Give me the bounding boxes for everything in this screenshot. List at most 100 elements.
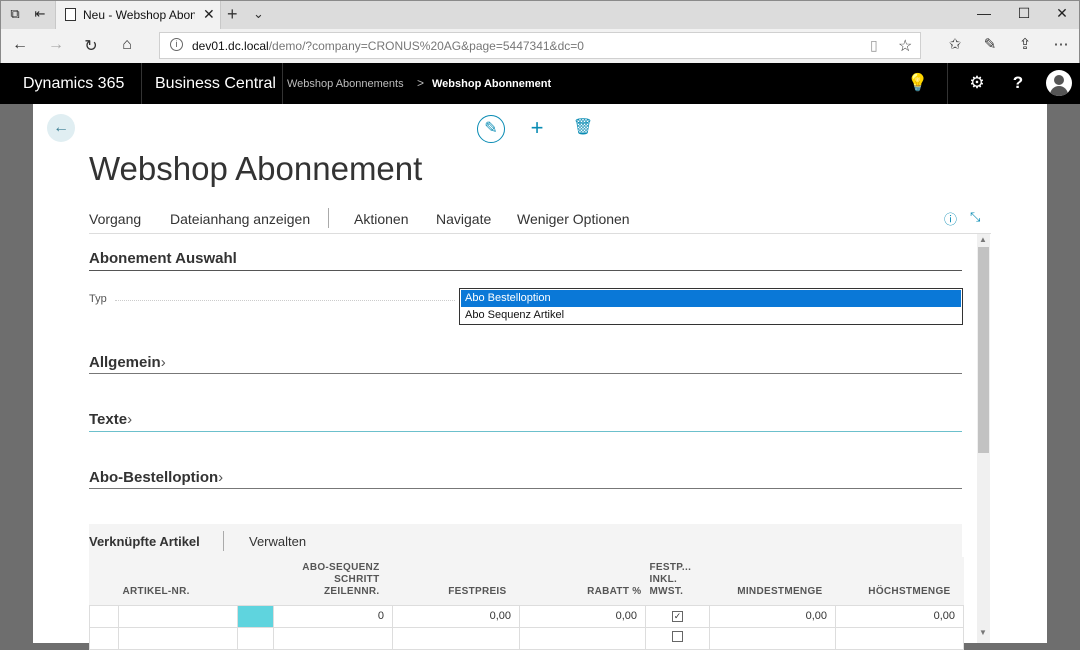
menu-aktionen[interactable]: Aktionen xyxy=(354,211,408,227)
url-text: dev01.dc.local/demo/?company=CRONUS%20AG… xyxy=(192,39,584,53)
tab-title: Neu - Webshop Abonne xyxy=(83,8,195,22)
table-row[interactable]: 0 0,00 0,00 ✓ 0,00 0,00 xyxy=(89,604,964,628)
row-marker xyxy=(237,604,274,628)
section-title: Texte xyxy=(89,411,128,428)
cell-festpreis[interactable]: 0,00 xyxy=(392,604,520,628)
set-aside-tabs-icon[interactable]: ⇤ xyxy=(32,6,48,22)
favorites-icon[interactable]: ✩ xyxy=(945,35,965,53)
lines-table: ARTIKEL-NR. ABO-SEQUENZ SCHRITT ZEILENNR… xyxy=(89,557,964,650)
section-title: Abonement Auswahl xyxy=(89,250,237,267)
col-hoechstmenge[interactable]: HÖCHSTMENGE xyxy=(835,557,964,605)
section-title: Allgemein xyxy=(89,354,161,371)
minimize-icon[interactable]: — xyxy=(969,5,999,21)
chevron-right-icon: › xyxy=(218,469,224,486)
browser-titlebar: ⧉ ⇤ Neu - Webshop Abonne ✕ + ⌄ — ☐ ✕ xyxy=(0,0,1080,30)
new-tab-icon[interactable]: + xyxy=(227,4,238,25)
add-icon[interactable]: + xyxy=(523,115,551,143)
info-circle-icon[interactable]: ⓘ xyxy=(944,209,957,228)
cell-zeilennr[interactable] xyxy=(273,626,393,650)
col-festpreis[interactable]: FESTPREIS xyxy=(392,557,520,605)
cell-rabatt[interactable] xyxy=(519,626,646,650)
edit-pencil-icon[interactable]: ✎ xyxy=(477,115,505,143)
avatar[interactable] xyxy=(1046,70,1072,96)
vertical-scrollbar[interactable]: ▲ ▼ xyxy=(977,234,990,643)
chevron-right-icon: › xyxy=(127,411,133,428)
row-marker xyxy=(237,626,274,650)
subpage-title[interactable]: Verknüpfte Artikel xyxy=(89,534,200,549)
table-header-row: ARTIKEL-NR. ABO-SEQUENZ SCHRITT ZEILENNR… xyxy=(89,557,964,605)
verwalten-button[interactable]: Verwalten xyxy=(249,534,306,549)
typ-dropdown-list[interactable]: Abo Bestelloption Abo Sequenz Artikel xyxy=(459,288,963,325)
cell-hoechstmenge[interactable] xyxy=(835,626,964,650)
close-tab-icon[interactable]: ✕ xyxy=(203,6,215,23)
browser-tab[interactable]: Neu - Webshop Abonne ✕ xyxy=(55,1,221,30)
home-icon[interactable]: ⌂ xyxy=(117,36,137,54)
favorite-star-icon[interactable]: ☆ xyxy=(898,36,912,56)
product-name[interactable]: Business Central xyxy=(155,75,276,93)
typ-label: Typ xyxy=(89,293,107,305)
checkbox-unchecked[interactable] xyxy=(672,631,683,642)
reading-view-icon[interactable]: ▯ xyxy=(870,37,878,54)
option-abo-bestelloption[interactable]: Abo Bestelloption xyxy=(461,290,961,307)
lightbulb-icon[interactable]: 💡 xyxy=(906,73,930,93)
chevron-right-icon: › xyxy=(160,354,166,371)
menu-vorgang[interactable]: Vorgang xyxy=(89,211,141,227)
col-mindestmenge[interactable]: MINDESTMENGE xyxy=(709,557,836,605)
refresh-icon[interactable]: ↻ xyxy=(81,36,101,56)
section-texte[interactable]: Texte› xyxy=(89,411,962,432)
delete-icon[interactable]: 🗑 xyxy=(569,115,597,143)
cell-inkl-mwst[interactable] xyxy=(645,626,710,650)
action-bar: Vorgang Dateianhang anzeigen Aktionen Na… xyxy=(89,203,991,234)
menu-weniger-optionen[interactable]: Weniger Optionen xyxy=(517,211,630,227)
col-festp-inkl-mwst[interactable]: FESTP... INKL. MWST. xyxy=(645,557,710,605)
menu-navigate[interactable]: Navigate xyxy=(436,211,491,227)
brand-name[interactable]: Dynamics 365 xyxy=(23,75,124,93)
cell-zeilennr[interactable]: 0 xyxy=(273,604,393,628)
breadcrumb-parent[interactable]: Webshop Abonnements xyxy=(287,78,404,90)
menu-dateianhang[interactable]: Dateianhang anzeigen xyxy=(170,211,310,227)
scroll-down-icon[interactable]: ▼ xyxy=(979,628,987,637)
share-icon[interactable]: ⇪ xyxy=(1015,35,1035,53)
app-header: Dynamics 365 Business Central Webshop Ab… xyxy=(0,63,1080,104)
collapse-icon[interactable]: ⤡ xyxy=(970,209,980,225)
option-abo-sequenz-artikel[interactable]: Abo Sequenz Artikel xyxy=(461,307,961,324)
pen-icon[interactable]: ✎ xyxy=(980,35,1000,53)
tab-preview-icon[interactable]: ⧉ xyxy=(7,6,23,22)
forward-icon[interactable]: → xyxy=(46,36,66,54)
page-title: Webshop Abonnement xyxy=(89,150,423,187)
cell-mindestmenge[interactable] xyxy=(709,626,836,650)
info-icon[interactable]: i xyxy=(170,38,183,51)
chevron-down-icon[interactable]: ⌄ xyxy=(253,6,264,22)
more-icon[interactable]: ⋯ xyxy=(1051,35,1071,53)
section-bestelloption[interactable]: Abo-Bestelloption› xyxy=(89,469,962,489)
breadcrumb-separator: > xyxy=(417,76,425,90)
scroll-thumb[interactable] xyxy=(978,247,989,453)
cell-festpreis[interactable] xyxy=(392,626,520,650)
cell-mindestmenge[interactable]: 0,00 xyxy=(709,604,836,628)
section-title: Abo-Bestelloption xyxy=(89,469,219,486)
close-window-icon[interactable]: ✕ xyxy=(1047,5,1077,22)
section-auswahl[interactable]: Abonement Auswahl xyxy=(89,250,962,271)
checkbox-checked[interactable]: ✓ xyxy=(672,611,683,622)
cell-artikel-nr[interactable] xyxy=(118,604,238,628)
section-allgemein[interactable]: Allgemein› xyxy=(89,354,962,374)
cell-artikel-nr[interactable] xyxy=(118,626,238,650)
cell-hoechstmenge[interactable]: 0,00 xyxy=(835,604,964,628)
col-rabatt[interactable]: RABATT % xyxy=(519,557,646,605)
table-row[interactable] xyxy=(89,626,964,650)
row-selector[interactable] xyxy=(89,604,119,628)
breadcrumb-current: Webshop Abonnement xyxy=(432,78,552,90)
col-zeilennr[interactable]: ABO-SEQUENZ SCHRITT ZEILENNR. xyxy=(273,557,393,605)
cell-rabatt[interactable]: 0,00 xyxy=(519,604,646,628)
back-icon[interactable]: ← xyxy=(10,36,30,54)
url-field[interactable]: i dev01.dc.local/demo/?company=CRONUS%20… xyxy=(159,32,921,59)
back-arrow-icon[interactable]: ← xyxy=(47,114,75,142)
scroll-up-icon[interactable]: ▲ xyxy=(979,235,987,244)
page-icon xyxy=(65,8,76,21)
maximize-icon[interactable]: ☐ xyxy=(1009,5,1039,22)
help-icon[interactable]: ? xyxy=(1006,73,1030,93)
gear-icon[interactable]: ⚙ xyxy=(965,73,989,93)
cell-inkl-mwst[interactable]: ✓ xyxy=(645,604,710,628)
col-artikel-nr[interactable]: ARTIKEL-NR. xyxy=(118,557,238,605)
row-selector[interactable] xyxy=(89,626,119,650)
